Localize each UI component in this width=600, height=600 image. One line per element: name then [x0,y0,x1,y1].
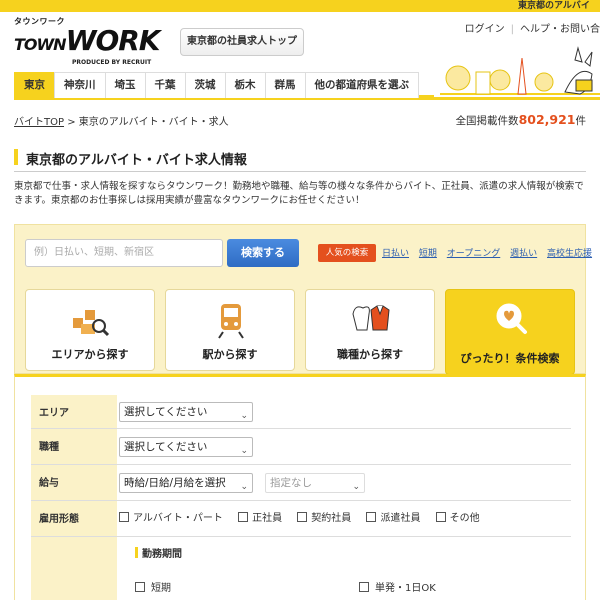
corporate-top-button[interactable]: 東京都の社員求人トップ [180,28,304,56]
row-job-type: 職種 選択してください ⌄ [31,429,571,465]
card-label: エリアから探す [51,348,129,361]
card-search-by-station[interactable]: 駅から探す [165,289,295,371]
chevron-down-icon: ⌄ [352,482,360,492]
card-search-by-job-type[interactable]: 職種から探す [305,289,435,371]
card-label: ぴったり！条件検索 [460,352,560,365]
prefecture-tabs: 東京 神奈川 埼玉 千葉 茨城 栃木 群馬 他の都道府県を選ぶ [14,72,434,98]
row-label-job-type: 職種 [31,429,117,464]
condition-search-form: エリア 選択してください ⌄ 職種 選択してください ⌄ 給与 時給/日給/月給を選… [14,374,586,600]
top-strip-label[interactable]: 東京都のアルバイ [510,0,600,12]
row-salary: 給与 時給/日給/月給を選択 ⌄ 指定なし ⌄ [31,465,571,501]
tab-other-prefectures[interactable]: 他の都道府県を選ぶ [304,72,419,98]
search-button[interactable]: 検索する [227,239,299,267]
tab-gunma[interactable]: 群馬 [264,72,306,98]
total-listings: 全国掲載件数802,921件 [455,112,586,127]
checkbox-short-term[interactable] [135,582,145,592]
breadcrumb-separator: > [67,117,76,128]
chevron-down-icon: ⌄ [240,411,248,421]
card-detailed-condition-search[interactable]: ぴったり！条件検索 [445,289,575,375]
breadcrumb-home[interactable]: バイトTOP [14,117,64,128]
popular-search-badge: 人気の検索 [318,244,376,262]
work-period-title: 勤務期間 [135,545,182,560]
townwork-logo[interactable]: タウンワーク TOWNWORK PRODUCED BY RECRUIT [14,16,164,66]
keyword-search-input[interactable]: 例）日払い、短期、新宿区 [25,239,223,267]
logo-wordmark: TOWNWORK [14,24,161,57]
period-option-short-term[interactable]: 短期 [135,579,171,594]
tab-tokyo[interactable]: 東京 [14,72,55,98]
breadcrumb-current: 東京のアルバイト・バイト・求人 [78,117,229,128]
chevron-down-icon: ⌄ [240,482,248,492]
page-description: 東京都で仕事・求人情報を探すならタウンワーク！勤務地や職種、給与等の様々な条件か… [14,181,584,206]
popular-link-opening[interactable]: オープニング [447,249,500,259]
checkbox-dispatch[interactable] [366,512,377,522]
checkbox-full-time[interactable] [238,512,249,522]
popular-link-short-term[interactable]: 短期 [419,249,437,259]
tab-saitama[interactable]: 埼玉 [104,72,146,98]
train-icon [218,304,244,339]
city-illustration [440,46,600,95]
page-title: 東京都のアルバイト・バイト求人情報 [26,153,247,168]
total-count: 802,921 [518,112,576,127]
checkbox-contract[interactable] [297,512,308,522]
help-link[interactable]: ヘルプ・お問い合 [520,24,600,35]
map-icon [73,310,110,337]
logo-produced: PRODUCED BY RECRUIT [72,59,152,66]
row-area: エリア 選択してください ⌄ [31,395,571,429]
search-panel: 例）日払い、短期、新宿区 検索する 人気の検索 日払い 短期 オープニング 週払… [14,224,592,375]
popular-link-daily-pay[interactable]: 日払い [382,249,409,259]
salary-type-select[interactable]: 時給/日給/月給を選択 ⌄ [119,473,253,493]
row-employment-type: 雇用形態 アルバイト・パート 正社員 契約社員 派遣社員 その他 [31,501,571,537]
salary-amount-select[interactable]: 指定なし ⌄ [265,473,365,493]
popular-link-weekly-pay[interactable]: 週払い [510,249,537,259]
title-marker [14,149,18,165]
checkbox-other[interactable] [435,512,446,522]
page-title-bar: 東京都のアルバイト・バイト求人情報 [14,146,586,172]
header-links: ログイン | ヘルプ・お問い合 [464,24,600,35]
row-extra-conditions: 勤務期間 短期 単発・1日OK [31,537,571,600]
job-type-select[interactable]: 選択してください ⌄ [119,437,253,457]
card-label: 職種から探す [337,348,403,361]
uniform-icon [352,305,390,331]
chevron-down-icon: ⌄ [240,446,248,456]
popular-search-links: 日払い 短期 オープニング 週払い 高校生応援 [382,246,599,259]
top-strip: 東京都のアルバイ [0,0,600,12]
login-link[interactable]: ログイン [465,24,505,35]
popular-link-high-school[interactable]: 高校生応援 [547,249,592,259]
tab-tochigi[interactable]: 栃木 [224,72,266,98]
card-label: 駅から探す [202,348,258,361]
checkbox-one-day[interactable] [359,582,369,592]
row-label-salary: 給与 [31,465,117,500]
search-icon [496,303,527,334]
row-label-area: エリア [31,395,117,428]
checkbox-part-time[interactable] [119,512,129,522]
employment-type-checkboxes: アルバイト・パート 正社員 契約社員 派遣社員 その他 [119,509,492,524]
period-option-one-day[interactable]: 単発・1日OK [359,579,436,594]
tab-kanagawa[interactable]: 神奈川 [54,72,106,98]
card-search-by-area[interactable]: エリアから探す [25,289,155,371]
row-label-employment-type: 雇用形態 [31,501,117,536]
tab-chiba[interactable]: 千葉 [144,72,186,98]
area-select[interactable]: 選択してください ⌄ [119,402,253,422]
search-method-cards: エリアから探す 駅から探す 職種から探す ぴったり！条件検索 [23,289,579,375]
breadcrumb: バイトTOP > 東京のアルバイト・バイト・求人 [14,113,229,128]
row-label-extra [31,537,117,600]
tab-ibaraki[interactable]: 茨城 [184,72,226,98]
